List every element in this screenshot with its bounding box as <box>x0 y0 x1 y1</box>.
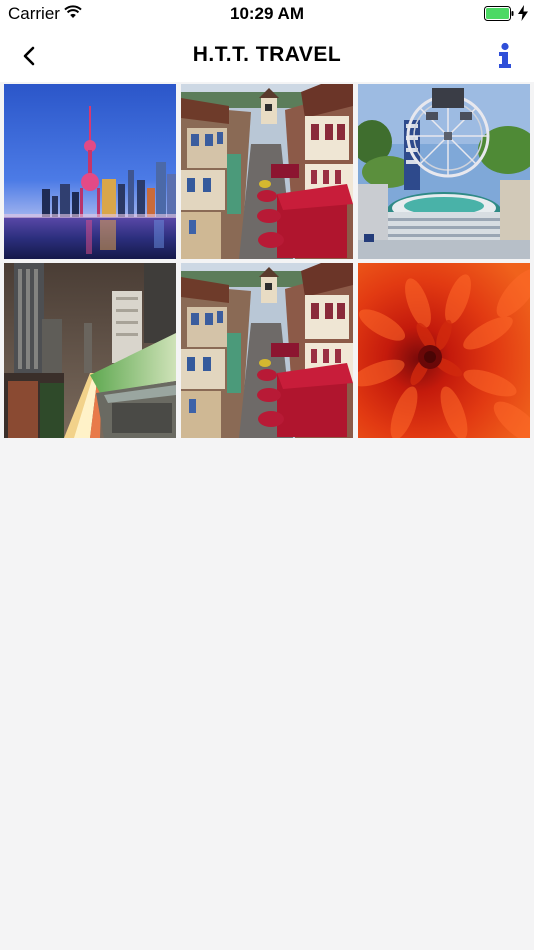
charging-bolt-icon <box>518 5 528 21</box>
page-title: H.T.T. TRAVEL <box>192 43 342 66</box>
photo-grid <box>4 84 530 438</box>
info-icon <box>499 42 511 68</box>
photo-tile-village-street[interactable] <box>181 84 353 259</box>
photo-tile-ferris-wheel[interactable] <box>358 84 530 259</box>
photo-tile-red-flower[interactable] <box>358 263 530 438</box>
status-time: 10:29 AM <box>229 4 304 23</box>
battery-icon <box>484 6 514 21</box>
photo-tile-village-street-2[interactable] <box>181 263 353 438</box>
photo-tile-light-trails[interactable] <box>4 263 176 438</box>
navigation-bar: H.T.T. TRAVEL <box>0 28 534 82</box>
status-bar: Carrier 10:29 AM <box>0 0 534 28</box>
photo-tile-city-skyline[interactable] <box>4 84 176 259</box>
info-button[interactable] <box>492 40 518 72</box>
